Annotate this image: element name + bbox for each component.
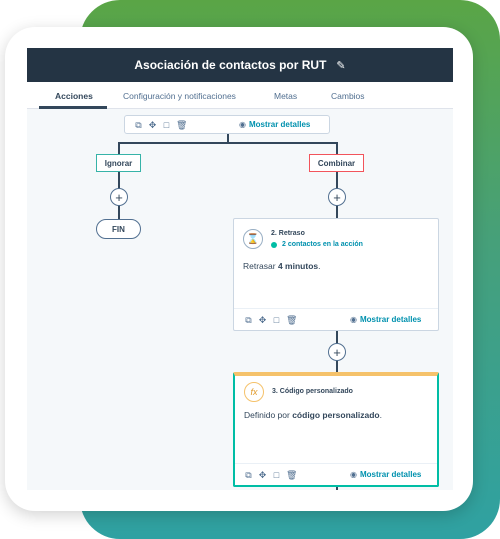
copy-icon[interactable]: ⧉ <box>244 470 253 481</box>
connector-line <box>118 142 120 154</box>
add-action-button[interactable]: + <box>328 188 346 206</box>
move-icon[interactable]: ✥ <box>148 120 157 131</box>
show-details-link[interactable]: ◉ Mostrar detalles <box>239 120 310 129</box>
copy-icon[interactable]: ⧉ <box>134 120 143 131</box>
trash-icon[interactable]: 🗑 <box>286 315 297 326</box>
action-title: 2. Retraso <box>271 230 305 237</box>
status-dot <box>271 241 277 248</box>
workflow-canvas: ⧉ ✥ □ 🗑 ◉ Mostrar detalles Ignorar Combin… <box>27 110 453 490</box>
trash-icon[interactable]: 🗑 <box>176 120 187 131</box>
fx-icon: fx <box>244 382 264 402</box>
eye-icon: ◉ <box>350 315 357 324</box>
action-card-custom-code[interactable]: fx 3. Código personalizado Definido por … <box>233 372 439 487</box>
clone-icon[interactable]: □ <box>272 470 281 481</box>
move-icon[interactable]: ✥ <box>258 315 267 326</box>
show-details-link[interactable]: ◉ Mostrar detalles <box>350 315 421 324</box>
branch-ignore[interactable]: Ignorar <box>96 154 141 172</box>
add-action-button[interactable]: + <box>328 343 346 361</box>
action-description: Definido por código personalizado. <box>244 410 382 420</box>
clone-icon[interactable]: □ <box>272 315 281 326</box>
pencil-icon[interactable]: ✎ <box>336 59 345 72</box>
connector-line <box>336 142 338 154</box>
toolbar-icons: ⧉ ✥ □ 🗑 <box>134 120 187 131</box>
workflow-editor: Asociación de contactos por RUT ✎ Accion… <box>27 48 453 490</box>
toolbar-icons: ⧉ ✥ □ 🗑 <box>244 315 297 326</box>
action-card-delay[interactable]: ⌛ 2. Retraso 2 contactos en la acción Re… <box>233 218 439 331</box>
copy-icon[interactable]: ⧉ <box>244 315 253 326</box>
workflow-title: Asociación de contactos por RUT <box>134 58 327 72</box>
plus-icon: + <box>115 189 123 205</box>
action-toolbar: ⧉ ✥ □ 🗑 ◉ Mostrar detalles <box>124 115 330 134</box>
trash-icon[interactable]: 🗑 <box>286 470 297 481</box>
plus-icon: + <box>333 344 341 360</box>
toolbar-icons: ⧉ ✥ □ 🗑 <box>244 470 297 481</box>
eye-icon: ◉ <box>350 470 357 479</box>
add-action-button[interactable]: + <box>110 188 128 206</box>
connector-line <box>336 487 338 490</box>
eye-icon: ◉ <box>239 120 246 129</box>
action-description: Retrasar 4 minutos. <box>243 261 321 271</box>
tab-configuracion[interactable]: Configuración y notificaciones <box>123 91 236 101</box>
tab-bar: Acciones Configuración y notificaciones … <box>27 82 453 109</box>
move-icon[interactable]: ✥ <box>258 470 267 481</box>
plus-icon: + <box>333 189 341 205</box>
tab-metas[interactable]: Metas <box>274 91 297 101</box>
action-status[interactable]: 2 contactos en la acción <box>271 241 363 248</box>
tab-cambios[interactable]: Cambios <box>331 91 365 101</box>
card-toolbar: ⧉ ✥ □ 🗑 ◉ Mostrar detalles <box>234 308 438 330</box>
connector-line <box>118 142 337 144</box>
clone-icon[interactable]: □ <box>162 120 171 131</box>
tab-acciones[interactable]: Acciones <box>55 91 93 101</box>
action-title: 3. Código personalizado <box>272 388 353 395</box>
active-tab-indicator <box>39 106 107 109</box>
end-node: FIN <box>96 219 141 239</box>
branch-combine[interactable]: Combinar <box>309 154 364 172</box>
hourglass-icon: ⌛ <box>243 229 263 249</box>
workflow-header: Asociación de contactos por RUT ✎ <box>27 48 453 82</box>
show-details-link[interactable]: ◉ Mostrar detalles <box>350 470 421 479</box>
card-toolbar: ⧉ ✥ □ 🗑 ◉ Mostrar detalles <box>235 463 437 485</box>
